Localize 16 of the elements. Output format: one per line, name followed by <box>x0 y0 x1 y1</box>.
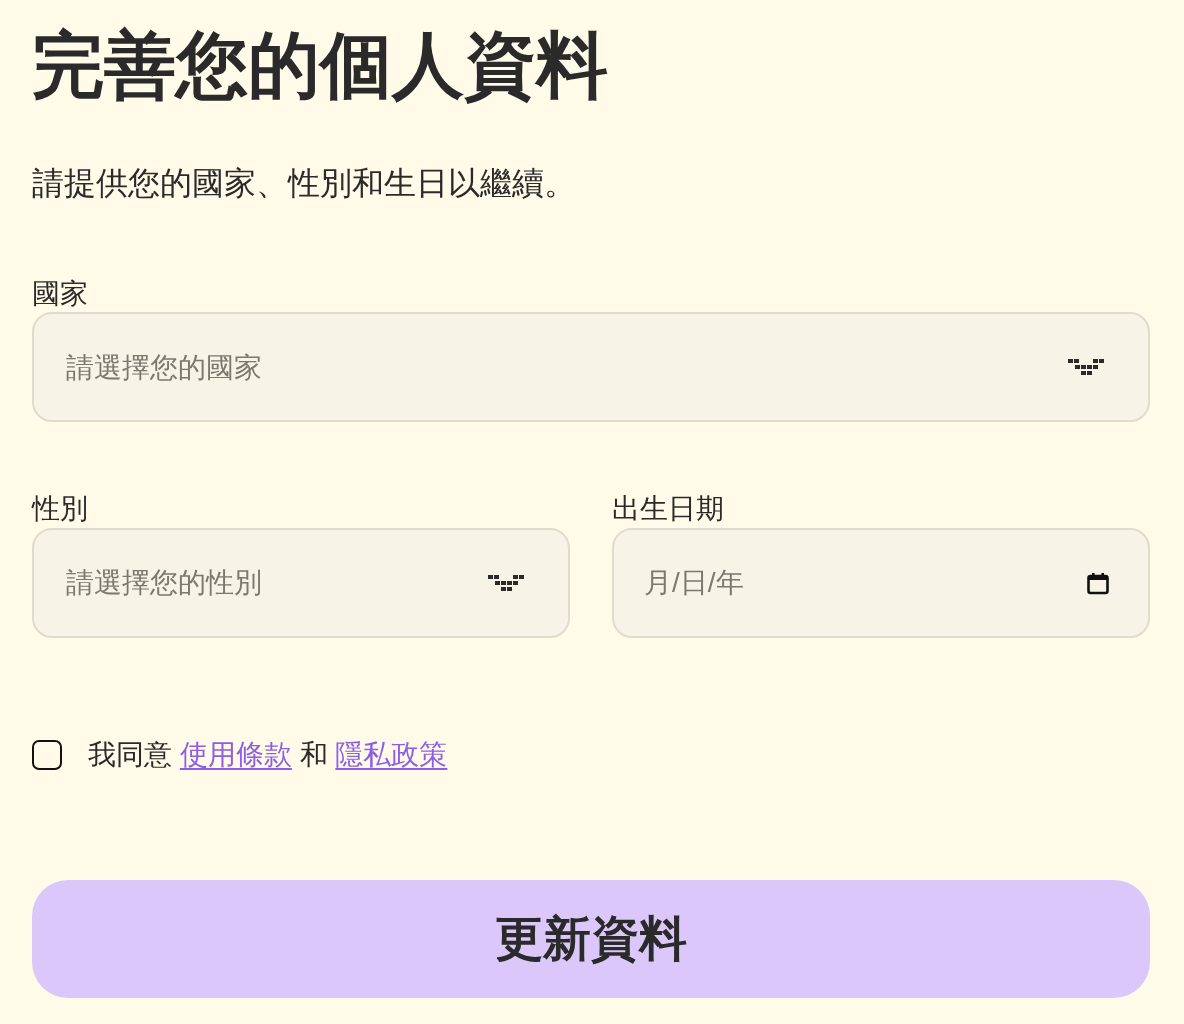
chevron-down-icon <box>1068 359 1104 376</box>
terms-link[interactable]: 隱私政策 <box>335 738 448 770</box>
date-field[interactable]: 月/日/年 <box>612 527 1150 638</box>
terms-agreement-text: 我同意 使用條款 和 隱私政策 <box>88 737 448 772</box>
page-title: 完善您的個人資料 <box>32 24 608 107</box>
calendar-icon <box>1086 570 1110 595</box>
field-label: 國家 <box>32 276 88 311</box>
terms-link[interactable]: 使用條款 <box>179 738 292 770</box>
field-label: 出生日期 <box>612 492 724 526</box>
checkbox[interactable] <box>32 739 62 770</box>
field-label: 性別 <box>32 492 88 526</box>
chevron-down-icon <box>488 574 524 591</box>
page-subtitle: 請提供您的國家、性別和生日以繼續。 <box>32 164 576 203</box>
dropdown-field[interactable]: 請選擇您的國家 <box>32 312 1150 423</box>
update-profile-button[interactable]: 更新資料 <box>32 879 1150 998</box>
dropdown-field[interactable]: 請選擇您的性別 <box>32 527 570 638</box>
